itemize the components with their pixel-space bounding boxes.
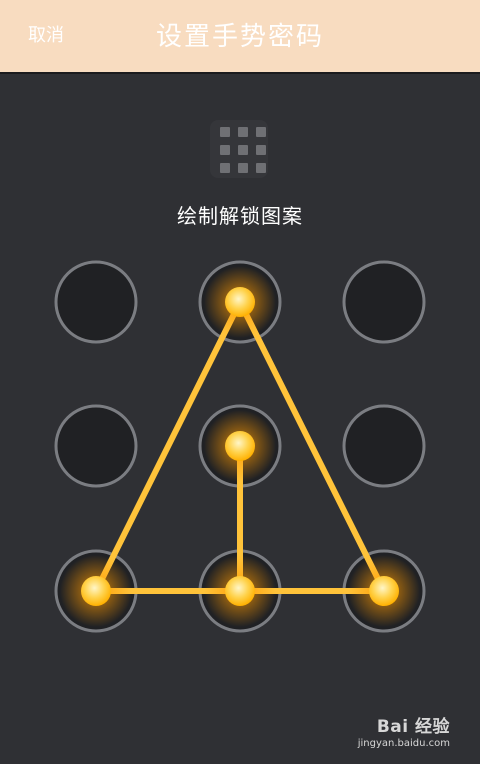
selected-node-dot: [225, 576, 255, 606]
pattern-lock-area[interactable]: [0, 0, 480, 764]
selected-node-dot: [369, 576, 399, 606]
baidu-jingyan-watermark: Bai 经验 jingyan.baidu.com: [358, 716, 450, 750]
selected-node-dot: [225, 431, 255, 461]
pattern-node-3[interactable]: [342, 260, 426, 344]
pattern-node-4[interactable]: [54, 404, 138, 488]
pattern-node-6[interactable]: [342, 404, 426, 488]
watermark-brand: Bai 经验: [376, 717, 450, 737]
pattern-node-1[interactable]: [54, 260, 138, 344]
watermark-url: jingyan.baidu.com: [357, 738, 450, 749]
selected-node-dot: [81, 576, 111, 606]
selected-node-dot: [225, 287, 255, 317]
